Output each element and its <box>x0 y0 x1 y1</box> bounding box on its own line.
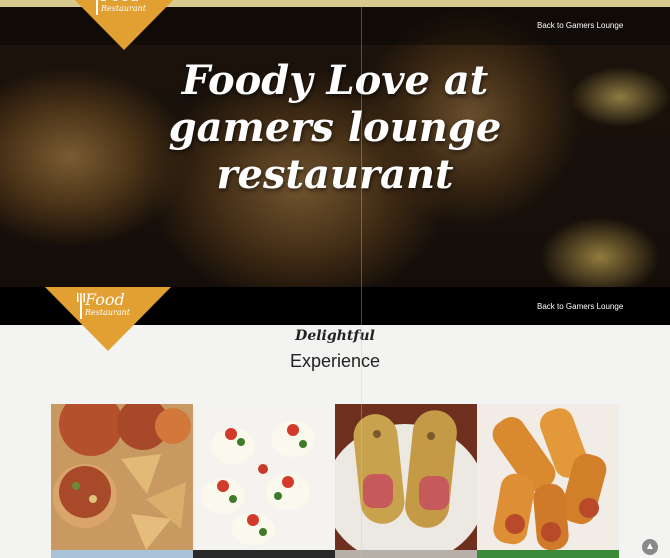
back-to-lounge-link[interactable]: Back to Gamers Lounge <box>537 302 623 311</box>
hero-title: Foody Love at gamers lounge restaurant <box>168 57 502 198</box>
brand-tagline: Restaurant <box>85 308 130 317</box>
brand-logo-nav[interactable]: Food Restaurant <box>45 287 171 351</box>
divider-line <box>361 0 362 558</box>
spring-rolls-photo[interactable] <box>477 404 619 550</box>
arrow-up-icon[interactable]: ▲ <box>642 539 658 555</box>
gallery-row2-item[interactable] <box>477 550 619 558</box>
pizza-photo[interactable] <box>51 404 193 550</box>
hotdog-wraps-photo[interactable] <box>335 404 477 550</box>
gallery-row2-item[interactable] <box>193 550 335 558</box>
food-gallery <box>51 404 619 558</box>
brand-name: Food <box>85 290 125 309</box>
back-to-lounge-link[interactable]: Back to Gamers Lounge <box>537 21 623 30</box>
brand-tagline: Restaurant <box>101 4 146 13</box>
stuffed-eggs-photo[interactable] <box>193 404 335 550</box>
gallery-row2-item[interactable] <box>51 550 193 558</box>
gallery-row2-item[interactable] <box>335 550 477 558</box>
section-heading: Experience <box>289 351 381 371</box>
brand-logo-top[interactable]: Food Restaurant <box>61 0 187 50</box>
